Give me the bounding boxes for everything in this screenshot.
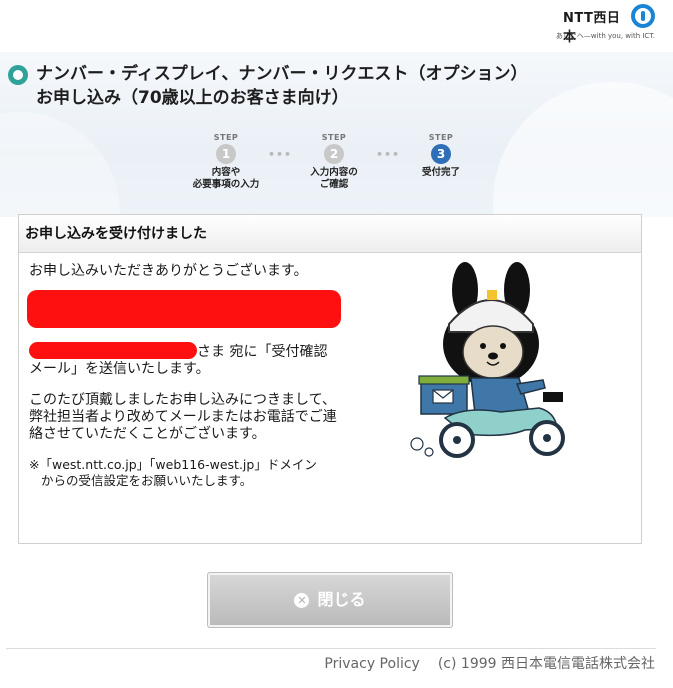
wheel-hub-rear [453,436,461,444]
close-button-label: 閉じる [317,590,366,609]
sent-mail-message: さま 宛に「受付確認メール」を送信いたします。 [29,342,339,378]
step-3-label: STEP [428,133,454,142]
helmet-badge [487,290,497,300]
cargo-lid [418,375,470,385]
redacted-block [27,290,341,328]
step-3-name: 受付完了 [421,167,460,178]
mascot-arm [515,379,546,395]
exhaust-puff [424,447,434,457]
step-indicator: STEP 1 内容や 必要事項の入力 ••• STEP 2 入力内容の ご確認 … [0,0,673,200]
mascot-face [462,325,524,379]
step-1-name: 内容や 必要事項の入力 [192,167,260,190]
step-3: STEP 3 受付完了 [391,133,491,179]
thanks-message: お申し込みいただきありがとうございます。 [29,263,308,279]
privacy-policy-link[interactable]: Privacy Policy [324,656,419,672]
footer-divider [6,648,656,649]
step-2-label: STEP [321,133,347,142]
close-button[interactable]: ✕ 閉じる [207,572,453,628]
mascot-eye-right [500,343,506,349]
step-3-number: 3 [431,144,451,164]
exhaust-puff [410,437,424,451]
close-circle-icon: ✕ [294,593,310,608]
footer: Privacy Policy (c) 1999 西日本電信電話株式会社 [324,653,655,673]
step-1-label: STEP [213,133,239,142]
panel-heading: お申し込みを受け付けました [19,215,641,253]
step-2: STEP 2 入力内容の ご確認 [284,133,384,191]
domain-note-line1: ※「west.ntt.co.jp」「web116-west.jp」ドメイン [29,457,317,472]
mascot-eye-left [480,343,486,349]
contact-message: このたび頂戴しましたお申し込みにつきまして、弊社担当者より改めてメールまたはお電… [29,392,337,442]
copyright-text: (c) 1999 西日本電信電話株式会社 [437,656,655,672]
redacted-name [29,342,197,359]
wheel-hub-front [543,434,551,442]
step-1-number: 1 [216,144,236,164]
mascot-nose [488,352,498,360]
domain-note: ※「west.ntt.co.jp」「web116-west.jp」ドメイン から… [29,457,345,489]
mascot-scooter-illustration [410,262,565,458]
step-2-name: 入力内容の ご確認 [310,167,358,190]
step-1: STEP 1 内容や 必要事項の入力 [176,133,276,191]
scooter-handle [543,392,563,402]
step-2-number: 2 [324,144,344,164]
domain-note-line2: からの受信設定をお願いいたします。 [41,473,253,488]
